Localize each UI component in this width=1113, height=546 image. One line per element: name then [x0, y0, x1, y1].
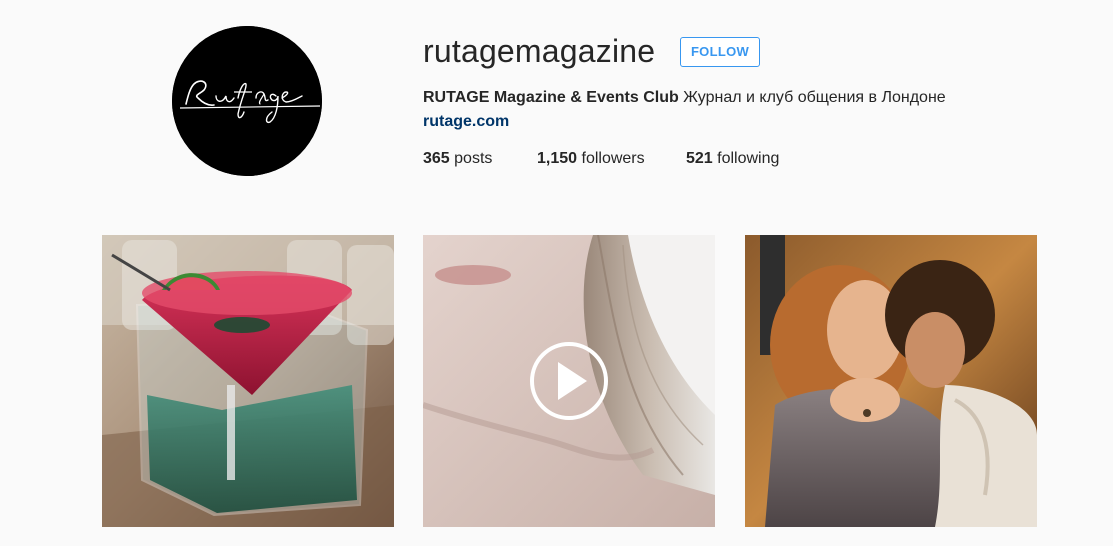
posts-count: 365	[423, 150, 450, 167]
stat-posts: 365 posts	[423, 149, 492, 169]
profile-bio: RUTAGE Magazine & Events Club Журнал и к…	[423, 88, 946, 108]
following-label: following	[712, 150, 780, 167]
following-count: 521	[686, 150, 713, 167]
cocktail-photo	[102, 235, 394, 527]
rutage-logo	[172, 26, 322, 176]
followers-label: followers	[577, 150, 645, 167]
followers-count: 1,150	[537, 150, 578, 167]
stat-followers[interactable]: 1,150 followers	[537, 149, 645, 169]
follow-button[interactable]: FOLLOW	[680, 37, 760, 67]
posts-label: posts	[449, 150, 493, 167]
post-thumbnail[interactable]	[102, 235, 394, 527]
profile-full-name: RUTAGE Magazine & Events Club	[423, 89, 679, 106]
profile-bio-text: Журнал и клуб общения в Лондоне	[678, 89, 946, 106]
profile-page: rutagemagazine FOLLOW RUTAGE Magazine & …	[0, 0, 1113, 546]
profile-username: rutagemagazine	[423, 33, 656, 69]
post-thumbnail-video[interactable]	[423, 235, 715, 527]
profile-website-link[interactable]: rutage.com	[423, 112, 509, 132]
stat-following[interactable]: 521 following	[686, 149, 779, 169]
theatre-photo: DONMAR	[745, 235, 1037, 527]
post-thumbnail[interactable]: DONMAR	[745, 235, 1037, 527]
profile-avatar[interactable]	[172, 26, 322, 176]
portrait-video-photo	[423, 235, 715, 527]
